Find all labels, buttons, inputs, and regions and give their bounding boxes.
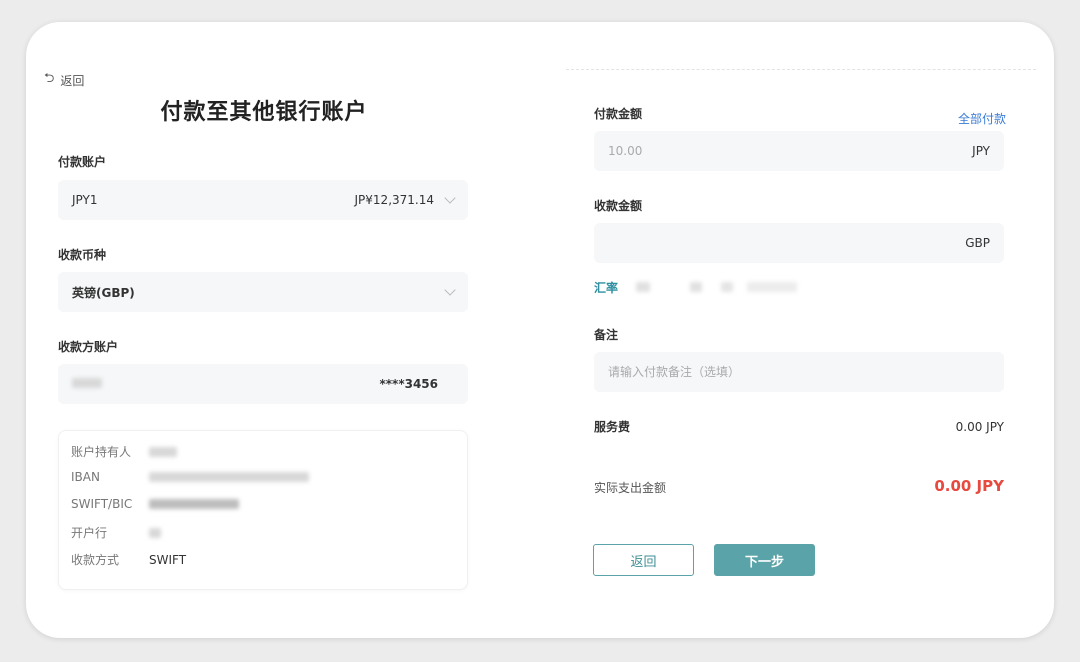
detail-row-bank: 开户行 [71, 524, 161, 541]
holder-value-redacted [149, 446, 177, 457]
method-value: SWIFT [149, 552, 187, 567]
payee-account-number: ****3456 [379, 377, 439, 391]
receive-currency-select[interactable]: 英镑(GBP) [58, 272, 468, 312]
exchange-rate-row: 汇率 [594, 279, 797, 296]
exchange-rate-label: 汇率 [594, 281, 619, 295]
receive-currency-value: 英镑(GBP) [72, 285, 135, 300]
pay-account-balance: JP¥12,371.14 [354, 193, 434, 207]
actual-amount-label: 实际支出金额 [594, 481, 667, 495]
pay-amount-label: 付款金额 [594, 107, 643, 121]
payee-details-panel: 账户持有人 IBAN SWIFT/BIC 开户行 收款方式 SWIFT [58, 430, 468, 590]
divider [566, 69, 1036, 70]
bank-value-redacted [149, 527, 161, 538]
holder-label: 账户持有人 [71, 445, 132, 459]
payee-account-select[interactable]: ****3456 [58, 364, 468, 404]
rate-value-redacted [636, 282, 651, 292]
page-title: 付款至其他银行账户 [160, 100, 368, 125]
rate-value-redacted [690, 282, 703, 292]
detail-row-swift: SWIFT/BIC [71, 497, 239, 511]
pay-account-name: JPY1 [72, 193, 98, 207]
receive-amount-label: 收款金额 [594, 199, 643, 213]
pay-amount-currency: JPY [972, 144, 990, 158]
iban-value-redacted [149, 472, 309, 482]
receive-amount-currency: GBP [965, 236, 990, 250]
back-link[interactable]: ⮌ 返回 [44, 69, 84, 91]
service-fee-label: 服务费 [594, 420, 631, 434]
bank-label: 开户行 [71, 526, 108, 540]
remark-input[interactable] [608, 365, 990, 379]
pay-all-link[interactable]: 全部付款 [958, 110, 1006, 127]
pay-account-select[interactable]: JPY1 JP¥12,371.14 [58, 180, 468, 220]
swift-label: SWIFT/BIC [71, 497, 133, 511]
receive-amount-input[interactable] [608, 236, 966, 250]
detail-row-iban: IBAN [71, 470, 309, 484]
pay-account-label: 付款账户 [58, 155, 107, 169]
back-link-label: 返回 [60, 73, 85, 88]
chevron-down-icon [444, 284, 456, 296]
iban-label: IBAN [71, 470, 100, 484]
remark-label: 备注 [594, 328, 619, 342]
method-label: 收款方式 [71, 553, 120, 567]
remark-field[interactable] [594, 352, 1004, 392]
actual-amount-value: 0.00 JPY [934, 477, 1004, 495]
back-button[interactable]: 返回 [593, 544, 694, 576]
pay-amount-input[interactable] [608, 144, 973, 158]
payee-name-redacted [72, 378, 102, 388]
rate-value-redacted [746, 282, 797, 292]
detail-row-holder: 账户持有人 [71, 443, 177, 460]
receive-currency-label: 收款币种 [58, 248, 107, 262]
back-arrow-icon: ⮌ [44, 71, 55, 86]
swift-value-redacted [149, 499, 239, 509]
detail-row-method: 收款方式 SWIFT [71, 551, 186, 568]
next-button[interactable]: 下一步 [714, 544, 815, 576]
receive-amount-field[interactable]: GBP [594, 223, 1004, 263]
rate-value-redacted [720, 282, 733, 292]
service-fee-value: 0.00 JPY [955, 420, 1004, 434]
chevron-down-icon [444, 192, 456, 204]
payee-account-label: 收款方账户 [58, 340, 119, 354]
pay-amount-field[interactable]: JPY [594, 131, 1004, 171]
